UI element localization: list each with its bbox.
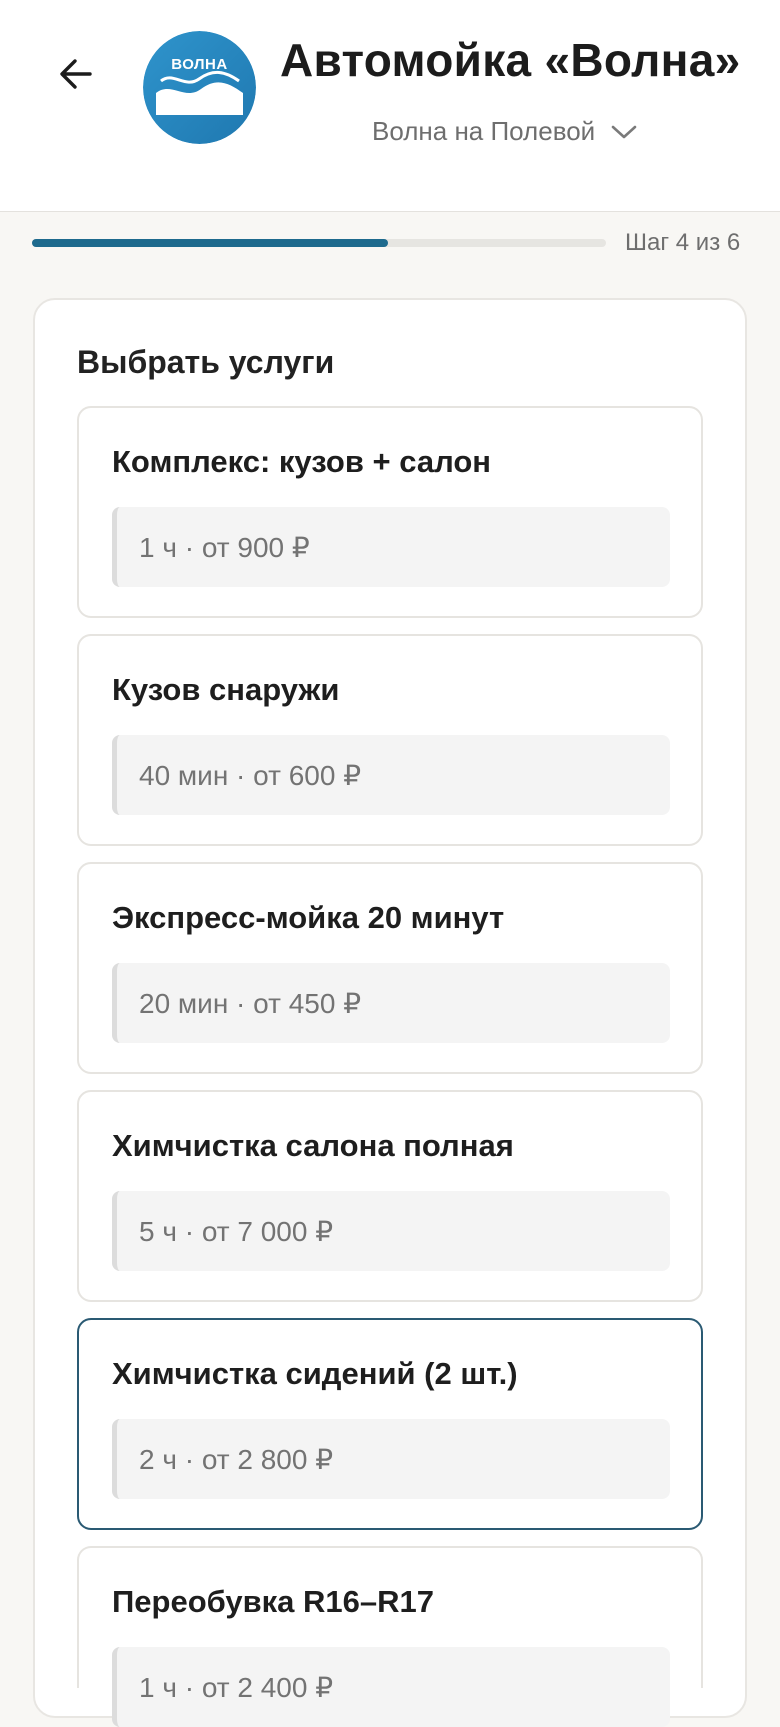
service-name: Экспресс-мойка 20 минут bbox=[112, 900, 505, 935]
service-meta: 1 ч · от 900 ₽ bbox=[112, 507, 670, 587]
service-card[interactable]: Кузов снаружи 40 мин · от 600 ₽ bbox=[77, 634, 703, 846]
service-meta: 2 ч · от 2 800 ₽ bbox=[112, 1419, 670, 1499]
chevron-down-icon bbox=[611, 124, 637, 140]
logo-text: ВОЛНА bbox=[171, 56, 227, 73]
service-card[interactable]: Переобувка R16–R17 1 ч · от 2 400 ₽ bbox=[77, 1546, 703, 1727]
progress-fill bbox=[32, 239, 388, 247]
app-header: ВОЛНА Автомойка «Волна» Волна на Полевой bbox=[0, 0, 780, 212]
service-name: Комплекс: кузов + салон bbox=[112, 444, 492, 479]
service-meta: 5 ч · от 7 000 ₽ bbox=[112, 1191, 670, 1271]
service-card[interactable]: Комплекс: кузов + салон 1 ч · от 900 ₽ bbox=[77, 406, 703, 618]
section-title: Выбрать услуги bbox=[77, 344, 335, 380]
arrow-left-icon bbox=[60, 59, 92, 89]
service-meta: 20 мин · от 450 ₽ bbox=[112, 963, 670, 1043]
service-meta: 1 ч · от 2 400 ₽ bbox=[112, 1647, 670, 1727]
service-name: Переобувка R16–R17 bbox=[112, 1584, 435, 1619]
service-card[interactable]: Экспресс-мойка 20 минут 20 мин · от 450 … bbox=[77, 862, 703, 1074]
progress-bar bbox=[32, 239, 606, 247]
branch-selector[interactable]: Волна на Полевой bbox=[372, 116, 637, 147]
service-name: Химчистка сидений (2 шт.) bbox=[112, 1356, 518, 1391]
service-name: Кузов снаружи bbox=[112, 672, 340, 707]
service-card[interactable]: Химчистка сидений (2 шт.) 2 ч · от 2 800… bbox=[77, 1318, 703, 1530]
branch-label: Волна на Полевой bbox=[372, 116, 596, 146]
brand-logo: ВОЛНА bbox=[143, 31, 256, 144]
back-button[interactable] bbox=[50, 48, 102, 100]
service-meta: 40 мин · от 600 ₽ bbox=[112, 735, 670, 815]
step-label: Шаг 4 из 6 bbox=[625, 229, 741, 256]
page-title: Автомойка «Волна» bbox=[280, 34, 741, 86]
service-name: Химчистка салона полная bbox=[112, 1128, 514, 1163]
service-card[interactable]: Химчистка салона полная 5 ч · от 7 000 ₽ bbox=[77, 1090, 703, 1302]
